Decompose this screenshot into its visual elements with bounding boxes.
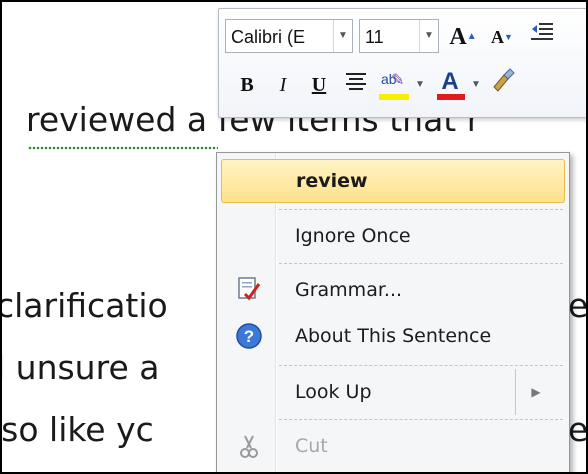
grammar-check-icon [238, 277, 261, 301]
submenu-arrow-icon: ▶ [515, 369, 556, 415]
suggestion-label: review [296, 170, 368, 192]
font-color-icon: A [441, 68, 459, 95]
shrink-font-icon: A [491, 27, 505, 47]
chevron-down-icon[interactable]: ▼ [413, 67, 427, 103]
ignore-once-label: Ignore Once [295, 225, 411, 247]
menu-item-about-sentence[interactable]: ? About This Sentence [221, 313, 565, 359]
center-align-icon [346, 73, 366, 90]
doc-line-2: clarificatio [0, 286, 168, 325]
font-color-bar [437, 94, 465, 100]
menu-item-cut[interactable]: Cut [221, 423, 565, 469]
font-name-combo[interactable]: Calibri (E ▼ [225, 19, 353, 53]
grow-font-button[interactable]: A▲ [447, 19, 479, 55]
grow-font-icon: A [449, 24, 467, 50]
arrow-down-icon: ▼ [504, 32, 513, 42]
mini-toolbar: Calibri (E ▼ 11 ▼ A▲ A▼ B I U ab ✎ ▼ A ▼ [218, 8, 586, 118]
cut-label: Cut [295, 435, 328, 457]
bold-button[interactable]: B [233, 67, 261, 103]
chevron-down-icon[interactable]: ▼ [419, 20, 438, 52]
font-size-combo[interactable]: 11 ▼ [359, 19, 439, 53]
italic-button[interactable]: I [269, 67, 297, 103]
doc-fragment-2: e [568, 410, 588, 449]
menu-separator [279, 419, 563, 420]
svg-text:?: ? [244, 327, 254, 346]
window-frame: reviewed a few items that r clarificatio… [0, 0, 588, 474]
format-painter-button[interactable] [487, 67, 521, 103]
highlight-color-bar [379, 94, 409, 100]
chevron-down-icon[interactable]: ▼ [333, 20, 352, 52]
menu-item-look-up[interactable]: Look Up ▶ [221, 369, 565, 415]
arrow-up-icon: ▲ [466, 31, 477, 42]
doc-line-4: lso like yc [0, 410, 154, 449]
scissors-icon [240, 435, 258, 458]
chevron-down-icon[interactable]: ▼ [469, 67, 483, 103]
underline-button[interactable]: U [305, 67, 333, 103]
menu-separator [279, 263, 563, 264]
doc-fragment-1: e [568, 286, 588, 325]
menu-item-suggestion[interactable]: review [221, 159, 565, 203]
shrink-font-button[interactable]: A▼ [487, 19, 517, 55]
font-name-value: Calibri (E [231, 27, 306, 47]
spelling-context-menu: review Ignore Once Grammar... ? About Th… [216, 152, 570, 472]
menu-separator [279, 209, 563, 210]
format-painter-icon [493, 68, 515, 92]
decrease-indent-button[interactable] [525, 19, 559, 55]
center-align-button[interactable] [341, 67, 371, 103]
menu-item-grammar[interactable]: Grammar... [221, 267, 565, 313]
font-color-button[interactable]: A [433, 67, 467, 103]
look-up-label: Look Up [295, 381, 372, 403]
menu-separator [279, 365, 563, 366]
grammar-label: Grammar... [295, 279, 403, 301]
grammar-squiggle [28, 146, 218, 150]
help-icon: ? [236, 323, 262, 349]
decrease-indent-icon [531, 23, 553, 40]
menu-item-ignore-once[interactable]: Ignore Once [221, 213, 565, 259]
font-size-value: 11 [365, 27, 384, 47]
about-sentence-label: About This Sentence [295, 325, 492, 347]
highlight-button[interactable]: ab ✎ [377, 67, 413, 103]
doc-line-3: l unsure a [0, 348, 160, 387]
